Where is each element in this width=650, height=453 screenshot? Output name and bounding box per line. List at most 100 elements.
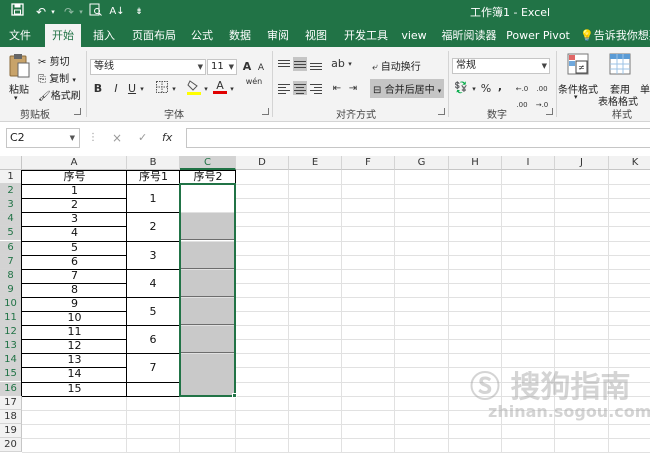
paste-button[interactable]: 粘贴 [9,81,29,96]
conditional-dropdown-icon[interactable]: ▾ [574,93,578,101]
number-format-select[interactable]: 常规 ▼ [452,58,550,74]
align-left-icon[interactable] [277,81,291,95]
font-name-select[interactable]: 等线 ▼ [90,59,206,75]
merge-center-button[interactable]: ⊟ 合并后居中 ▾ [370,79,445,98]
number-launcher-icon[interactable] [546,108,553,115]
select-all-corner[interactable] [0,156,22,170]
font-color-dropdown-icon[interactable]: ▾ [228,81,236,97]
wrap-text-button[interactable]: ⤶ 自动换行 [372,58,421,73]
paste-icon[interactable] [6,53,32,79]
align-bottom-icon[interactable] [309,57,323,71]
column-header-a[interactable]: A [22,156,127,170]
fill-color-dropdown-icon[interactable]: ▾ [202,81,210,97]
cell-b-merged[interactable]: 5 [127,297,179,326]
tab-home[interactable]: 开始 [45,24,81,47]
row-header-14[interactable]: 14 [0,353,22,368]
shrink-font-icon[interactable]: A [255,60,267,76]
cell-a14[interactable]: 13 [22,353,127,367]
font-size-select[interactable]: 11 ▼ [207,59,237,75]
underline-button[interactable]: U [126,81,138,97]
comma-button[interactable]: , [494,79,506,95]
italic-button[interactable]: I [110,81,122,97]
cell-a12[interactable]: 11 [22,325,127,339]
alignment-launcher-icon[interactable] [438,108,445,115]
cell-c1[interactable]: 序号2 [180,170,236,184]
merged-cell-c[interactable] [180,297,235,326]
column-header-f[interactable]: F [342,156,395,170]
tab-power-pivot[interactable]: Power Pivot [506,24,570,47]
cell-a9[interactable]: 8 [22,283,127,297]
cell-a1[interactable]: 序号 [22,170,127,184]
cancel-icon[interactable]: × [112,131,122,145]
row-header-5[interactable]: 5 [0,226,22,241]
row-header-18[interactable]: 18 [0,409,22,424]
align-right-icon[interactable] [309,81,323,95]
increase-indent-icon[interactable]: ⇥ [346,81,360,97]
row-header-7[interactable]: 7 [0,254,22,269]
tab-data[interactable]: 数据 [224,24,256,47]
cell-a15[interactable]: 14 [22,367,127,381]
cut-button[interactable]: ✂ 剪切 [38,53,70,68]
currency-dropdown-icon[interactable]: ▾ [470,81,478,97]
merged-cell-c[interactable] [180,213,235,241]
tab-page-layout[interactable]: 页面布局 [128,24,180,47]
increase-decimal-button[interactable]: ←.0 .00 [512,81,532,113]
cell-a6[interactable]: 5 [22,241,127,255]
font-color-button[interactable]: A [213,78,227,94]
tab-file[interactable]: 文件 [4,24,36,47]
merged-cell-c[interactable] [180,241,235,269]
confirm-icon[interactable]: ✓ [138,131,147,144]
merged-cell-c[interactable] [180,326,235,354]
row-header-20[interactable]: 20 [0,437,22,452]
merged-cell-c[interactable] [180,354,235,396]
row-header-6[interactable]: 6 [0,240,22,255]
border-icon[interactable] [154,81,170,98]
customize-icon[interactable]: ⇟ [130,3,148,21]
tab-review[interactable]: 审阅 [262,24,294,47]
clipboard-launcher-icon[interactable] [74,108,81,115]
name-box[interactable]: C2 ▼ [6,128,80,148]
row-header-17[interactable]: 17 [0,395,22,410]
phonetic-guide-icon[interactable]: wén [244,77,264,87]
orientation-icon[interactable]: ab [331,56,345,72]
cell-styles-button[interactable]: 单 [640,81,650,96]
orientation-dropdown-icon[interactable]: ▾ [346,56,354,72]
cell-a13[interactable]: 12 [22,339,127,353]
cell-a3[interactable]: 2 [22,198,127,212]
decrease-indent-icon[interactable]: ⇤ [330,81,344,97]
column-header-d[interactable]: D [236,156,289,170]
fill-handle[interactable] [232,392,237,398]
row-header-19[interactable]: 19 [0,423,22,438]
column-header-k[interactable]: K [609,156,650,170]
row-header-2[interactable]: 2 [0,184,22,199]
row-header-1[interactable]: 1 [0,170,22,185]
tell-me-box[interactable]: 💡告诉我你想要 [580,24,650,47]
copy-button[interactable]: ⎘ 复制 ▾ [38,70,76,85]
row-header-4[interactable]: 4 [0,212,22,227]
cell-a4[interactable]: 3 [22,212,127,226]
cell-a11[interactable]: 10 [22,311,127,325]
row-header-12[interactable]: 12 [0,325,22,340]
column-header-i[interactable]: I [502,156,555,170]
format-painter-button[interactable]: 🖌格式刷 [38,87,81,102]
cell-b-merged[interactable]: 7 [127,354,179,382]
row-header-3[interactable]: 3 [0,198,22,213]
cell-a5[interactable]: 4 [22,226,127,240]
cell-b-merged[interactable]: 6 [127,326,179,354]
conditional-formatting-icon[interactable]: ≠ [566,53,590,77]
row-header-9[interactable]: 9 [0,282,22,297]
align-center-icon[interactable] [293,81,307,95]
fill-color-icon[interactable] [186,79,202,100]
bold-button[interactable]: B [92,81,104,97]
cell-a8[interactable]: 7 [22,269,127,283]
tab-insert[interactable]: 插入 [88,24,120,47]
row-header-8[interactable]: 8 [0,268,22,283]
copy-dropdown-icon[interactable]: ▾ [72,76,76,84]
paste-dropdown-icon[interactable]: ▾ [14,94,18,102]
row-header-10[interactable]: 10 [0,296,22,311]
border-dropdown-icon[interactable]: ▾ [170,81,178,97]
font-launcher-icon[interactable] [262,108,269,115]
save-icon[interactable] [8,3,26,21]
row-header-11[interactable]: 11 [0,311,22,326]
cell-b-merged[interactable]: 4 [127,269,179,297]
